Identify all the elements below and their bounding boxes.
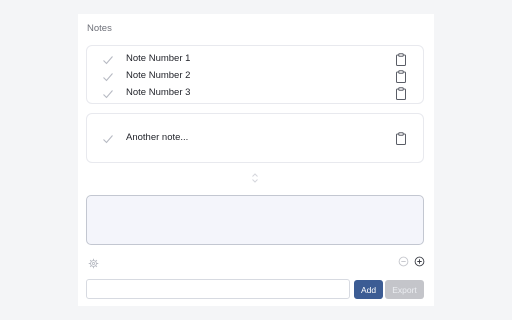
notes-panel: Notes Note Number 1 Note Number 2 Note N… bbox=[78, 14, 434, 306]
gear-icon[interactable] bbox=[88, 258, 99, 269]
note-label: Another note... bbox=[126, 132, 189, 143]
export-button[interactable]: Export bbox=[385, 280, 424, 299]
clipboard-icon[interactable] bbox=[395, 87, 407, 100]
note-label: Note Number 1 bbox=[126, 53, 191, 64]
minus-circle-icon bbox=[398, 256, 409, 267]
check-icon[interactable] bbox=[102, 54, 114, 66]
plus-circle-icon[interactable] bbox=[414, 256, 425, 267]
notes-group: Another note... bbox=[86, 113, 424, 163]
resize-handle-icon[interactable] bbox=[250, 172, 260, 184]
add-button[interactable]: Add bbox=[354, 280, 383, 299]
note-label: Note Number 3 bbox=[126, 87, 191, 98]
note-editor[interactable] bbox=[86, 195, 424, 245]
notes-group: Note Number 1 Note Number 2 Note Number … bbox=[86, 45, 424, 104]
note-item[interactable]: Another note... bbox=[87, 131, 423, 147]
note-item[interactable]: Note Number 1 bbox=[87, 52, 423, 68]
note-label: Note Number 2 bbox=[126, 70, 191, 81]
new-note-input[interactable] bbox=[86, 279, 350, 299]
panel-title: Notes bbox=[87, 23, 112, 34]
note-item[interactable]: Note Number 3 bbox=[87, 86, 423, 102]
clipboard-icon[interactable] bbox=[395, 132, 407, 145]
check-icon[interactable] bbox=[102, 71, 114, 83]
note-item[interactable]: Note Number 2 bbox=[87, 69, 423, 85]
clipboard-icon[interactable] bbox=[395, 53, 407, 66]
check-icon[interactable] bbox=[102, 88, 114, 100]
clipboard-icon[interactable] bbox=[395, 70, 407, 83]
check-icon[interactable] bbox=[102, 133, 114, 145]
